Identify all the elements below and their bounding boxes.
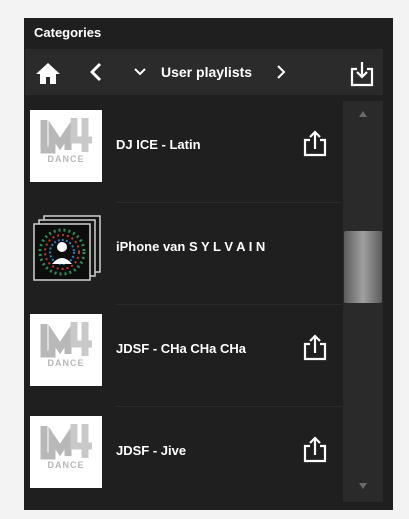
list-item[interactable]: DANCE DJ ICE - Latin — [24, 101, 342, 203]
share-icon[interactable] — [300, 333, 330, 363]
logo-text: DANCE — [47, 154, 85, 164]
navigation-toolbar: User playlists — [25, 49, 383, 95]
vertical-scrollbar[interactable] — [343, 101, 383, 502]
device-avatar — [30, 212, 102, 284]
logo-text: DANCE — [47, 358, 85, 368]
scrollbar-thumb[interactable] — [344, 231, 382, 303]
logo-text: DANCE — [47, 460, 85, 470]
m4-dance-logo: DANCE — [30, 110, 102, 182]
share-icon[interactable] — [300, 435, 330, 465]
scroll-down-arrow-icon[interactable] — [359, 483, 367, 489]
m4-logo-mark — [40, 322, 92, 358]
panel-title: Categories — [34, 25, 102, 40]
m4-dance-logo: DANCE — [30, 314, 102, 386]
back-icon[interactable] — [87, 62, 105, 82]
scroll-up-arrow-icon[interactable] — [359, 111, 367, 117]
list-item[interactable]: DANCE JDSF - Jive — [24, 407, 342, 501]
playlist-name: iPhone van S Y L V A I N — [116, 239, 266, 254]
playlist-name: DJ ICE - Latin — [116, 137, 201, 152]
device-avatar-image — [33, 215, 101, 281]
playlist-list: DANCE DJ ICE - Latin iPhone van S Y L V … — [24, 101, 342, 501]
m4-dance-logo: DANCE — [30, 416, 102, 488]
breadcrumb-label[interactable]: User playlists — [161, 64, 252, 80]
playlist-name: JDSF - CHa CHa CHa — [116, 341, 247, 356]
m4-logo-mark — [40, 118, 92, 154]
list-item[interactable]: DANCE JDSF - CHa CHa CHa — [24, 305, 342, 407]
import-icon[interactable] — [348, 60, 376, 88]
home-icon[interactable] — [35, 61, 61, 85]
chevron-down-icon[interactable] — [133, 67, 147, 77]
categories-panel: Categories User playlists DANCE DJ ICE -… — [24, 18, 393, 510]
share-icon[interactable] — [300, 129, 330, 159]
forward-icon[interactable] — [275, 64, 287, 80]
m4-logo-mark — [40, 424, 92, 460]
playlist-name: JDSF - Jive — [116, 443, 187, 458]
list-item[interactable]: iPhone van S Y L V A I N — [24, 203, 342, 305]
